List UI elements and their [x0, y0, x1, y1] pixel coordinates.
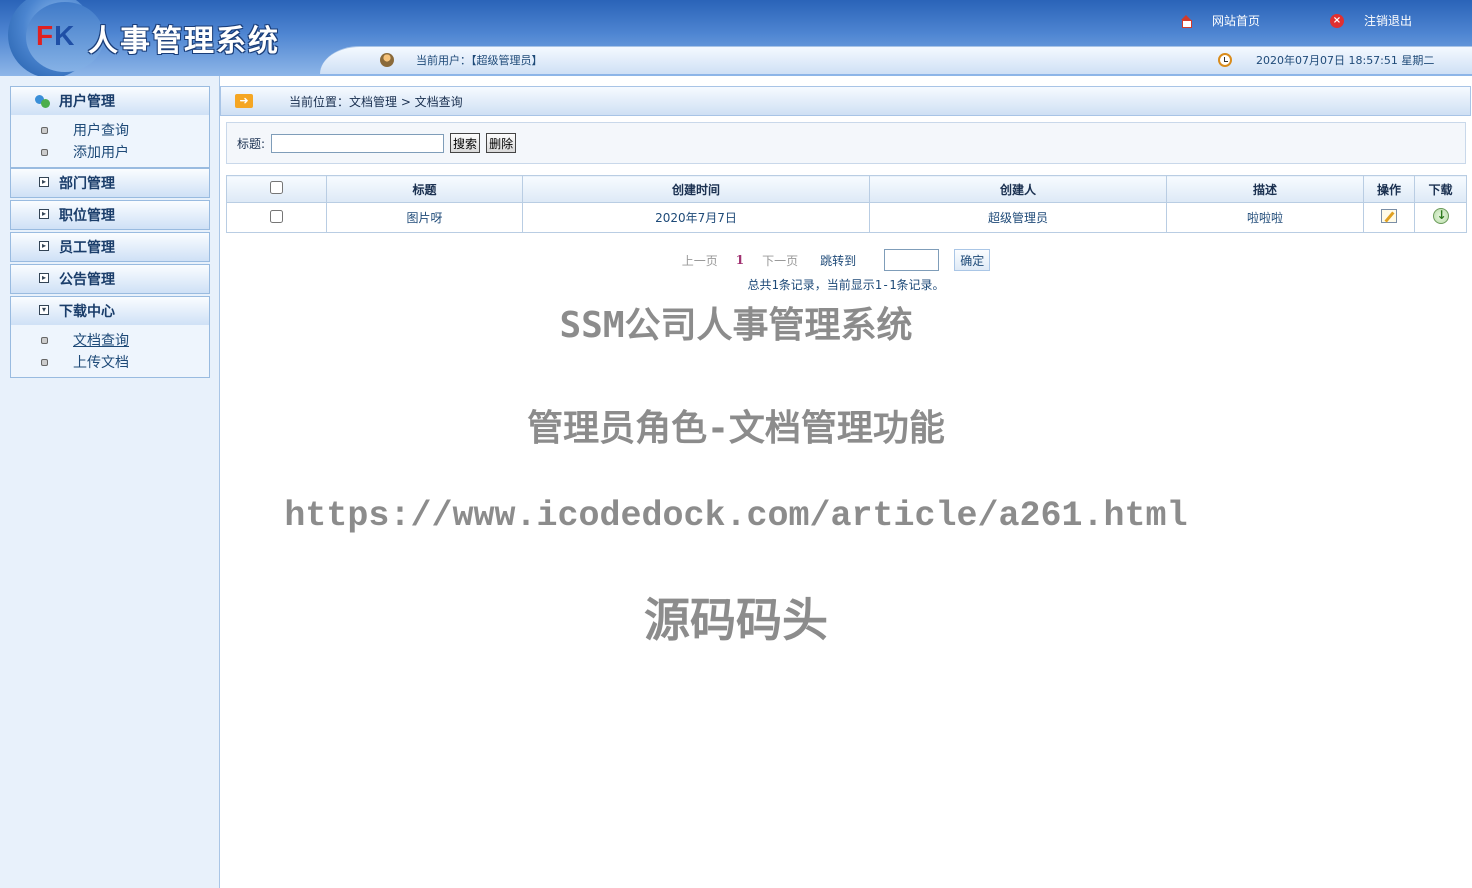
home-link-label: 网站首页 [1211, 14, 1260, 28]
logout-link-label: 注销退出 [1363, 14, 1412, 28]
pager: 上一页 1 下一页 跳转到 确定 [220, 248, 1472, 272]
delete-button[interactable]: 删除 [486, 133, 517, 153]
menu-head-label: 职位管理 [59, 208, 115, 224]
app-header: FK 人事管理系统 网站首页 × 注销退出 当前用户：【超级管理员】 2020年… [0, 0, 1472, 76]
arrow-right-icon: ➜ [235, 94, 253, 108]
logout-link[interactable]: × 注销退出 [1329, 12, 1412, 29]
menu-head-label: 用户管理 [59, 94, 115, 110]
sidebar-item-add-user[interactable]: 添加用户 [11, 141, 209, 163]
row-checkbox[interactable] [270, 209, 283, 223]
search-bar: 标题: 搜索 删除 [226, 122, 1466, 164]
breadcrumb: 当前位置：文档管理 > 文档查询 [289, 94, 463, 109]
user-icon [380, 53, 394, 67]
search-button[interactable]: 搜索 [450, 133, 481, 153]
select-all-checkbox[interactable] [270, 181, 283, 194]
table-header-row: 标题 创建时间 创建人 描述 操作 下载 [226, 175, 1467, 203]
watermark-line-1: SSM公司人事管理系统 [559, 305, 913, 346]
breadcrumb-bar: ➜ 当前位置：文档管理 > 文档查询 [220, 86, 1471, 116]
datetime-text: 2020年07月07日 18:57:51 星期二 [1256, 54, 1435, 67]
bullet-icon [41, 149, 48, 156]
bullet-icon [41, 359, 48, 366]
menu-group-employee: ▸ 员工管理 [10, 232, 210, 262]
edit-icon[interactable] [1381, 209, 1397, 223]
cell-creator: 超级管理员 [869, 202, 1167, 233]
datetime-info: 2020年07月07日 18:57:51 星期二 [1218, 52, 1434, 68]
watermark-line-4: 源码码头 [644, 593, 828, 647]
col-creator: 创建人 [869, 175, 1167, 203]
current-page: 1 [735, 253, 745, 267]
current-user-info: 当前用户：【超级管理员】 [380, 52, 543, 68]
sidebar-item-upload-doc[interactable]: 上传文档 [11, 351, 209, 373]
jump-page-input[interactable] [884, 249, 940, 271]
download-icon[interactable] [1432, 208, 1449, 224]
bullet-icon [41, 127, 48, 134]
select-all-cell [226, 175, 327, 203]
menu-head-users[interactable]: 用户管理 [11, 87, 209, 115]
row-select-cell [226, 202, 327, 233]
watermark-line-3: https://www.icodedock.com/article/a261.h… [284, 496, 1188, 536]
col-desc: 描述 [1166, 175, 1364, 203]
menu-head-position[interactable]: ▸ 职位管理 [11, 201, 209, 229]
jump-ok-button[interactable]: 确定 [954, 249, 991, 271]
sidebar: 用户管理 用户查询 添加用户 ▸ 部门管理 ▸ 职位管理 ▸ 员工管理 ▸ 公告… [0, 76, 220, 888]
document-table: 标题 创建时间 创建人 描述 操作 下载 图片呀 2020年7月7日 超级管理员… [226, 175, 1467, 233]
app-title: 人事管理系统 [88, 24, 280, 59]
menu-group-users: 用户管理 用户查询 添加用户 [10, 86, 210, 168]
menu-head-notice[interactable]: ▸ 公告管理 [11, 265, 209, 293]
close-icon: × [1329, 13, 1344, 28]
next-page-link[interactable]: 下一页 [762, 252, 798, 269]
prev-page-link[interactable]: 上一页 [682, 252, 718, 269]
sidebar-item-user-query[interactable]: 用户查询 [11, 119, 209, 141]
table-row: 图片呀 2020年7月7日 超级管理员 啦啦啦 [226, 202, 1467, 233]
home-link[interactable]: 网站首页 [1180, 12, 1260, 29]
current-user-text: 当前用户：【超级管理员】 [416, 54, 543, 67]
jump-label: 跳转到 [820, 253, 857, 268]
menu-head-employee[interactable]: ▸ 员工管理 [11, 233, 209, 261]
cell-created: 2020年7月7日 [522, 202, 870, 233]
menu-head-label: 部门管理 [59, 176, 115, 192]
logo: FK [36, 20, 76, 51]
cell-title: 图片呀 [326, 202, 523, 233]
col-title: 标题 [326, 175, 523, 203]
users-icon [35, 93, 51, 109]
menu-head-label: 员工管理 [59, 240, 115, 256]
expand-icon: ▸ [39, 177, 49, 187]
menu-group-dept: ▸ 部门管理 [10, 168, 210, 198]
menu-head-dept[interactable]: ▸ 部门管理 [11, 169, 209, 197]
pager-summary: 总共1条记录，当前显示1-1条记录。 [747, 278, 945, 292]
menu-items-users: 用户查询 添加用户 [11, 115, 209, 167]
top-links: 网站首页 × 注销退出 [1180, 12, 1412, 29]
title-label: 标题: [237, 136, 266, 151]
col-created: 创建时间 [522, 175, 870, 203]
watermark-line-2: 管理员角色-文档管理功能 [527, 408, 945, 449]
expand-icon: ▸ [39, 273, 49, 283]
expand-icon: ▸ [39, 209, 49, 219]
expand-icon: ▸ [39, 241, 49, 251]
clock-icon [1218, 53, 1232, 67]
menu-group-notice: ▸ 公告管理 [10, 264, 210, 294]
cell-action [1363, 202, 1415, 233]
main-content: ➜ 当前位置：文档管理 > 文档查询 标题: 搜索 删除 标题 创建时间 创建人… [220, 76, 1472, 888]
col-action: 操作 [1363, 175, 1415, 203]
col-download: 下载 [1414, 175, 1467, 203]
menu-group-position: ▸ 职位管理 [10, 200, 210, 230]
menu-head-label: 公告管理 [59, 272, 115, 288]
cell-desc: 啦啦啦 [1166, 202, 1364, 233]
cell-download [1414, 202, 1467, 233]
home-icon [1180, 14, 1192, 28]
title-search-input[interactable] [271, 133, 445, 153]
